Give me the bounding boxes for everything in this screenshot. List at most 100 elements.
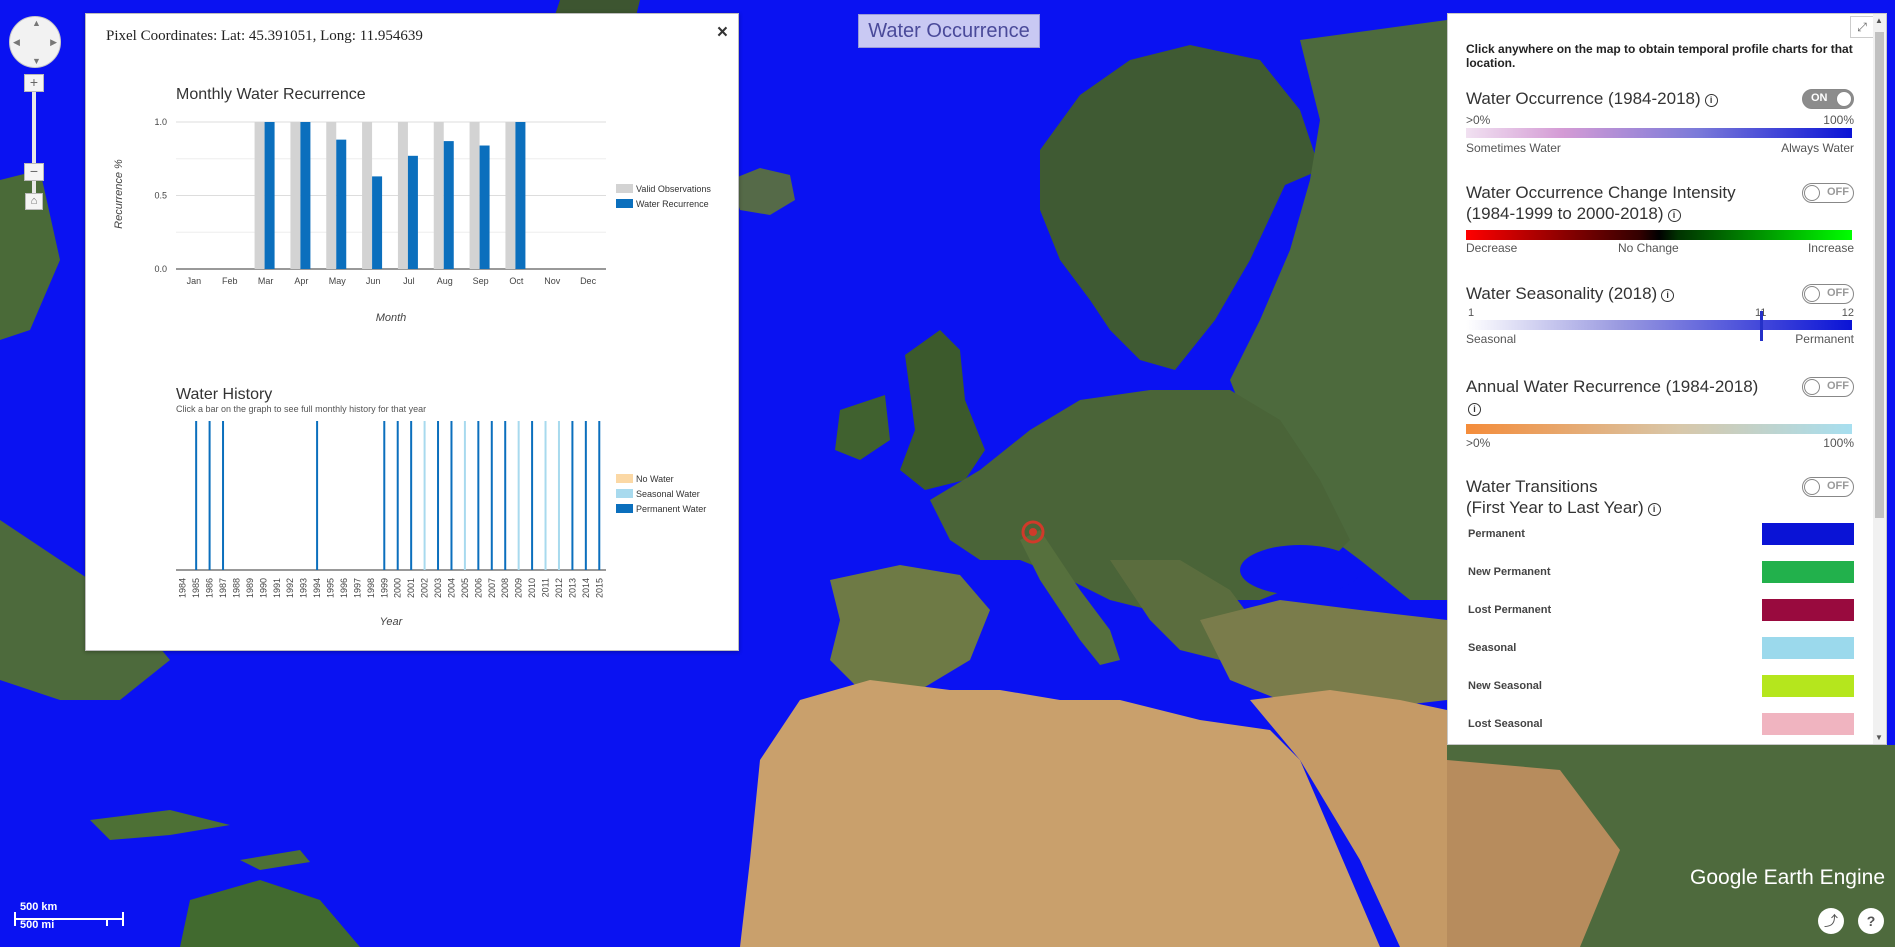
- y-axis-label: Recurrence %: [113, 159, 125, 229]
- legend-label: Permanent: [1468, 528, 1525, 540]
- legend-swatch: [1762, 523, 1854, 545]
- x-tick-label: 1985: [191, 578, 201, 598]
- scale-km-label: 500 km: [20, 901, 58, 913]
- x-tick-label: 2014: [581, 578, 591, 598]
- x-tick-label: 1998: [366, 578, 376, 598]
- layer-name: Water Seasonality (2018): [1466, 284, 1658, 303]
- pan-up-icon[interactable]: ▲: [32, 18, 41, 28]
- x-tick-label: 2002: [420, 578, 430, 598]
- max-label: 12: [1841, 307, 1854, 319]
- x-tick-label: 2004: [446, 578, 456, 598]
- x-tick-label: 1997: [352, 578, 362, 598]
- info-icon[interactable]: i: [1647, 503, 1661, 516]
- x-tick-label: 2011: [541, 578, 551, 597]
- x-tick-label: Jun: [366, 276, 381, 286]
- x-tick-label: 2010: [527, 578, 537, 598]
- x-tick-label: 2013: [567, 578, 577, 598]
- help-button[interactable]: ?: [1858, 908, 1884, 934]
- max-label: 100%: [1823, 113, 1854, 127]
- bar-water-recurrence: [264, 122, 275, 269]
- bar-water-recurrence: [372, 176, 383, 269]
- x-tick-label: 2000: [393, 578, 403, 598]
- x-tick-label: 1990: [258, 578, 268, 598]
- right-label: Increase: [1807, 241, 1854, 255]
- scale-bar: 500 km 500 mi: [14, 901, 129, 935]
- pan-left-icon[interactable]: ◀: [13, 37, 20, 48]
- chart-popup: Pixel Coordinates: Lat: 45.391051, Long:…: [85, 13, 739, 651]
- legend-swatch: [616, 184, 633, 193]
- legend-label: Valid Observations: [636, 184, 711, 194]
- layers-panel: ⤢ ▲ ▼ Click anywhere on the map to obtai…: [1447, 13, 1887, 745]
- legend-label: No Water: [636, 474, 674, 484]
- bar-valid-observations: [254, 122, 265, 269]
- legend-swatch: [616, 199, 633, 208]
- bar-water-recurrence: [407, 155, 418, 269]
- chart-title: Monthly Water Recurrence: [176, 86, 366, 103]
- layer-toggle[interactable]: OFF: [1802, 284, 1854, 304]
- x-tick-label: 2001: [406, 578, 416, 598]
- history-bar: [598, 421, 601, 570]
- pan-control[interactable]: ▲ ▼ ◀ ▶: [9, 16, 61, 68]
- info-icon[interactable]: i: [1661, 289, 1675, 302]
- legend-row: New Seasonal: [1468, 675, 1854, 699]
- seasonality-marker: [1760, 311, 1763, 341]
- x-axis-label: Month: [376, 312, 407, 324]
- legend-swatch: [1762, 637, 1854, 659]
- history-bar: [410, 421, 413, 570]
- history-bar: [222, 421, 225, 570]
- layer-name: Water Transitions: [1466, 477, 1598, 496]
- x-tick-label: 2007: [487, 578, 497, 598]
- y-tick-label: 1.0: [154, 117, 167, 127]
- info-icon[interactable]: i: [1667, 209, 1681, 222]
- share-button[interactable]: ⤴: [1818, 908, 1844, 934]
- chart-subtitle: Click a bar on the graph to see full mon…: [176, 404, 426, 414]
- bar-valid-observations: [290, 122, 301, 269]
- bar-valid-observations: [326, 122, 337, 269]
- bar-water-recurrence: [336, 139, 347, 269]
- min-label: >0%: [1466, 436, 1491, 450]
- x-tick-label: 1987: [218, 578, 228, 598]
- legend-label: Water Recurrence: [636, 199, 709, 209]
- panel-intro: Click anywhere on the map to obtain temp…: [1466, 42, 1853, 70]
- panel-scrollbar[interactable]: ▲ ▼: [1873, 14, 1886, 744]
- layer-toggle[interactable]: ON: [1802, 89, 1854, 109]
- transitions-toggle[interactable]: OFF: [1802, 477, 1854, 497]
- layer-toggle[interactable]: OFF: [1802, 183, 1854, 203]
- history-bar: [584, 421, 587, 570]
- x-tick-label: Oct: [509, 276, 524, 286]
- history-bar: [396, 421, 399, 570]
- history-bar: [208, 421, 211, 570]
- expand-icon[interactable]: ⤢: [1850, 16, 1874, 38]
- x-tick-label: 2008: [500, 578, 510, 598]
- charts-svg: Monthly Water Recurrence 0.0 0.5 1.0 Jan Feb M…: [113, 86, 711, 628]
- info-icon[interactable]: i: [1704, 94, 1718, 107]
- x-tick-label: Apr: [294, 276, 308, 286]
- right-label: Permanent: [1795, 332, 1854, 346]
- history-bar: [531, 421, 534, 570]
- x-tick-label: 1992: [285, 578, 295, 598]
- history-bar: [316, 421, 319, 570]
- pan-down-icon[interactable]: ▼: [32, 56, 41, 66]
- history-bar: [490, 421, 493, 570]
- layer-transitions: Water Transitions (First Year to Last Ye…: [1466, 476, 1854, 518]
- history-bar: [504, 421, 507, 570]
- x-tick-label: 1984: [178, 578, 188, 598]
- x-tick-label: Aug: [437, 276, 453, 286]
- bar-water-recurrence: [515, 122, 526, 269]
- zoom-out-button[interactable]: −: [24, 163, 44, 181]
- home-button[interactable]: ⌂: [25, 193, 43, 210]
- layer-toggle[interactable]: OFF: [1802, 377, 1854, 397]
- x-tick-label: 1989: [245, 578, 255, 598]
- pan-right-icon[interactable]: ▶: [50, 37, 57, 48]
- legend-swatch: [1762, 713, 1854, 735]
- chart-title: Water History: [176, 386, 272, 403]
- x-tick-label: Feb: [222, 276, 238, 286]
- app-title: Water Occurrence: [858, 14, 1040, 48]
- bar-valid-observations: [362, 122, 373, 269]
- info-icon[interactable]: i: [1468, 403, 1481, 416]
- x-tick-label: 1993: [299, 578, 309, 598]
- zoom-in-button[interactable]: +: [24, 74, 44, 92]
- layer-annual-recurrence: Annual Water Recurrence (1984-2018) i OF…: [1466, 376, 1854, 450]
- layer-name-line2: (First Year to Last Year): [1466, 498, 1644, 517]
- legend-label: Permanent Water: [636, 504, 706, 514]
